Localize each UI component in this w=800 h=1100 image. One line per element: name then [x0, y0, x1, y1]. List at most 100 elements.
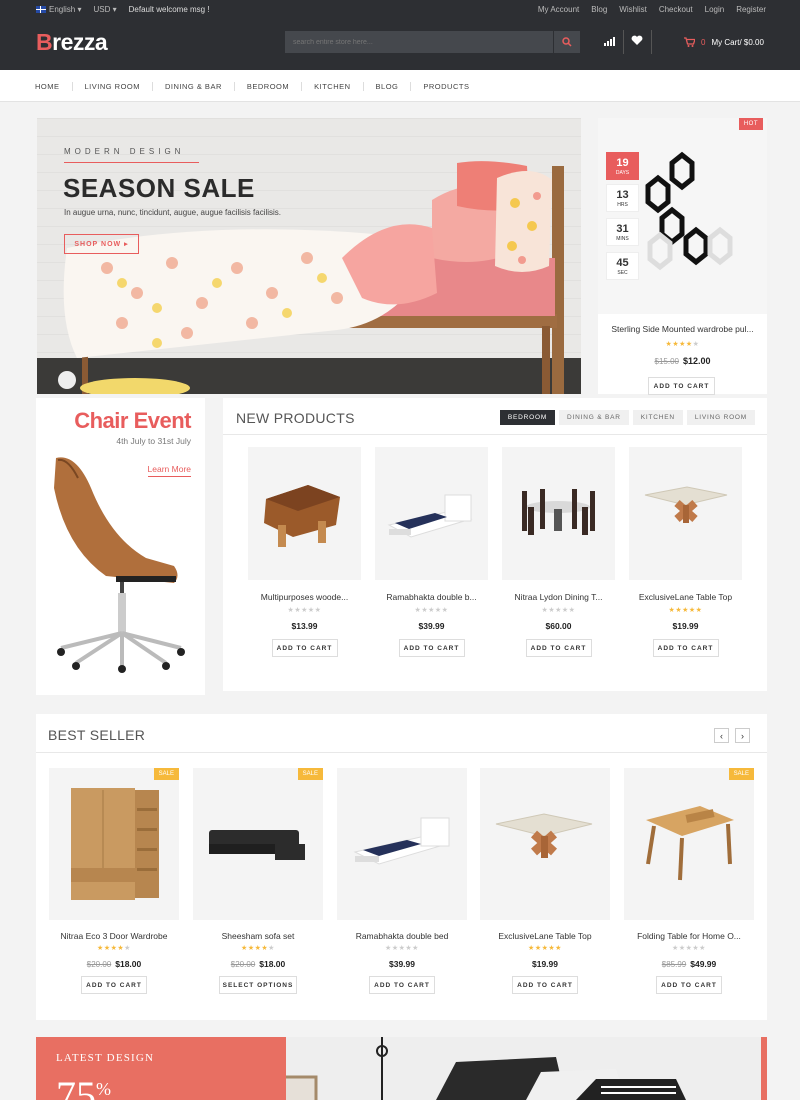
product-card: SALE Nitraa Eco 3 Door Wardrobe ★★★★★ $2…	[49, 768, 179, 994]
cart-icon	[684, 37, 695, 47]
latest-design-banner[interactable]: LATEST DESIGN 75%	[36, 1037, 767, 1100]
cart-total: My Cart/ $0.00	[711, 37, 764, 47]
logo[interactable]: Brezza	[36, 29, 108, 56]
rating-stars: ★★★★★	[287, 607, 322, 614]
price: $20.00 $18.00	[230, 959, 286, 969]
link-register[interactable]: Register	[736, 5, 766, 14]
price: $39.99	[418, 621, 445, 631]
nav-bedroom[interactable]: BEDROOM	[233, 82, 301, 91]
select-options-button[interactable]: SELECT OPTIONS	[219, 976, 297, 994]
tab-living-room[interactable]: LIVING ROOM	[686, 410, 755, 425]
add-to-cart-button[interactable]: ADD TO CART	[271, 639, 338, 657]
hero-divider	[64, 162, 199, 163]
product-image[interactable]	[337, 768, 467, 920]
product-image[interactable]	[248, 447, 361, 580]
price: $19.99	[672, 621, 699, 631]
category-tabs: BEDROOM DINING & BAR KITCHEN LIVING ROOM	[499, 410, 755, 425]
shop-now-button[interactable]: SHOP NOW ▸	[64, 234, 139, 254]
product-name[interactable]: Multipurposes woode...	[248, 592, 361, 602]
tab-dining-bar[interactable]: DINING & BAR	[559, 410, 629, 425]
product-image[interactable]	[480, 768, 610, 920]
wooden-table-image	[264, 485, 340, 547]
price: $39.99	[389, 959, 415, 969]
price: $15.00 $12.00	[654, 356, 711, 366]
sale-badge: SALE	[728, 768, 754, 780]
sale-badge: SALE	[297, 768, 323, 780]
hero-slider[interactable]: MODERN DESIGN SEASON SALE In augue urna,…	[37, 118, 581, 394]
hero-eyebrow: MODERN DESIGN	[64, 147, 185, 156]
product-card: ExclusiveLane Table Top ★★★★★ $19.99 ADD…	[629, 447, 742, 657]
nav-products[interactable]: PRODUCTS	[410, 82, 481, 91]
product-image[interactable]	[629, 447, 742, 580]
product-card: Nitraa Lydon Dining T... ★★★★★ $60.00 AD…	[502, 447, 615, 657]
link-login[interactable]: Login	[705, 5, 725, 14]
product-name[interactable]: ExclusiveLane Table Top	[480, 931, 610, 941]
product-name[interactable]: Nitraa Lydon Dining T...	[502, 592, 615, 602]
carousel-prev-button[interactable]: ‹	[714, 728, 729, 743]
rating-stars: ★★★★★	[241, 945, 275, 952]
nav-living-room[interactable]: LIVING ROOM	[71, 82, 153, 91]
rating-stars: ★★★★★	[385, 945, 419, 952]
product-card: SALE Sheesham sofa set ★★★★★ $20.00 $18.0…	[193, 768, 323, 994]
product-name[interactable]: Ramabhakta double b...	[375, 592, 488, 602]
product-card: Ramabhakta double b... ★★★★★ $39.99 ADD …	[375, 447, 488, 657]
language-switcher[interactable]: English ▾	[36, 5, 82, 14]
product-name[interactable]: Sheesham sofa set	[193, 931, 323, 941]
glass-table-image	[495, 813, 593, 858]
product-image[interactable]: SALE	[193, 768, 323, 920]
wishlist-heart-icon[interactable]	[631, 35, 643, 49]
mini-cart[interactable]: 0 My Cart/ $0.00	[684, 37, 764, 47]
currency-switcher[interactable]: USD ▾	[94, 5, 117, 14]
compare-icon[interactable]	[604, 36, 615, 49]
welcome-message: Default welcome msg !	[128, 5, 210, 14]
product-name[interactable]: Ramabhakta double bed	[337, 931, 467, 941]
section-title: NEW PRODUCTS	[236, 410, 355, 426]
product-card: SALE Folding Table for Home O... ★★★★★ $…	[624, 768, 754, 994]
carousel-next-button[interactable]: ›	[735, 728, 750, 743]
link-wishlist[interactable]: Wishlist	[619, 5, 647, 14]
dining-table-image	[522, 489, 595, 535]
product-image[interactable]: SALE	[49, 768, 179, 920]
countdown-days: 19 DAYS	[606, 152, 639, 180]
add-to-cart-button[interactable]: ADD TO CART	[652, 639, 719, 657]
nav-home[interactable]: HOME	[35, 82, 72, 91]
add-to-cart-button[interactable]: ADD TO CART	[525, 639, 592, 657]
glass-table-image	[644, 486, 728, 523]
product-name[interactable]: Sterling Side Mounted wardrobe pul...	[598, 324, 767, 334]
countdown-minutes: 31 MINS	[606, 218, 639, 246]
chair-event-banner[interactable]: Chair Event 4th July to 31st July Learn …	[36, 398, 205, 695]
product-card: Ramabhakta double bed ★★★★★ $39.99 ADD T…	[337, 768, 467, 994]
nav-kitchen[interactable]: KITCHEN	[301, 82, 362, 91]
add-to-cart-button[interactable]: ADD TO CART	[648, 377, 715, 395]
product-image[interactable]: SALE	[624, 768, 754, 920]
link-checkout[interactable]: Checkout	[659, 5, 693, 14]
add-to-cart-button[interactable]: ADD TO CART	[398, 639, 465, 657]
add-to-cart-button[interactable]: ADD TO CART	[656, 976, 722, 994]
price: $60.00	[545, 621, 572, 631]
chevron-right-icon: ›	[741, 730, 744, 741]
tab-kitchen[interactable]: KITCHEN	[632, 410, 683, 425]
link-blog[interactable]: Blog	[591, 5, 607, 14]
search-input[interactable]	[285, 31, 553, 53]
product-name[interactable]: Nitraa Eco 3 Door Wardrobe	[49, 931, 179, 941]
rating-stars: ★★★★★	[414, 607, 449, 614]
product-name[interactable]: Folding Table for Home O...	[624, 931, 754, 941]
nav-dining-bar[interactable]: DINING & BAR	[152, 82, 234, 91]
best-seller-section: BEST SELLER ‹ › SALE Nitraa Eco 3 Door W…	[36, 714, 767, 1020]
hero-subtitle: In augue urna, nunc, tincidunt, augue, a…	[64, 208, 282, 217]
tab-bedroom[interactable]: BEDROOM	[499, 410, 556, 425]
nav-blog[interactable]: BLOG	[362, 82, 411, 91]
add-to-cart-button[interactable]: ADD TO CART	[81, 976, 147, 994]
product-name[interactable]: ExclusiveLane Table Top	[629, 592, 742, 602]
product-image[interactable]	[502, 447, 615, 580]
product-image[interactable]	[375, 447, 488, 580]
search-button[interactable]	[553, 31, 580, 53]
product-image[interactable]: 19 DAYS 13 HRS 31 MINS 45 SEC	[598, 118, 767, 314]
product-card: Multipurposes woode... ★★★★★ $13.99 ADD …	[248, 447, 361, 657]
link-my-account[interactable]: My Account	[538, 5, 579, 14]
add-to-cart-button[interactable]: ADD TO CART	[512, 976, 578, 994]
search-icon	[562, 37, 572, 47]
add-to-cart-button[interactable]: ADD TO CART	[369, 976, 435, 994]
arrow-right-icon: ▸	[124, 241, 129, 248]
divider	[36, 752, 767, 753]
